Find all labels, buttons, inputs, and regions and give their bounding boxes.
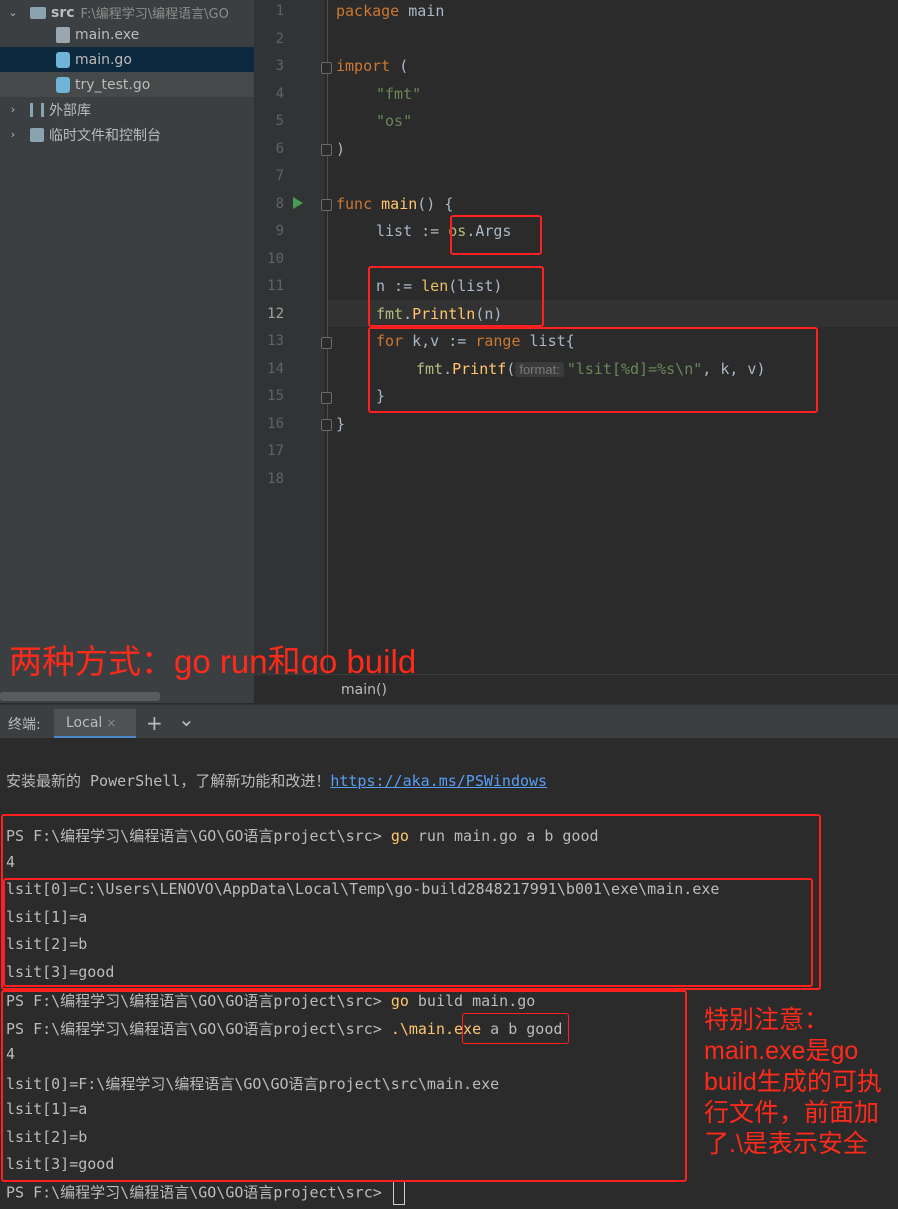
tree-item-scratches[interactable]: › 临时文件和控制台 [0,122,254,147]
line-number: 14 [267,361,284,377]
library-icon [30,102,44,117]
annotation-box [1,990,687,1182]
run-icon[interactable] [293,197,303,209]
line-number: 15 [267,388,284,404]
terminal-line: PS F:\编程学习\编程语言\GO\GO语言project\src> [6,1181,405,1205]
line-number: 5 [275,113,284,129]
line-number: 7 [275,168,284,184]
chevron-down-icon[interactable]: ⌄ [6,6,20,19]
line-number: 8 [275,196,284,212]
horizontal-scrollbar[interactable] [0,692,160,701]
annotation-box [3,878,813,987]
code-line: "os" [376,112,412,130]
tree-item-label: 外部库 [49,102,91,119]
annotation-box [462,1013,569,1044]
tree-item-label: main.go [75,51,132,68]
code-line: ) [336,140,346,158]
prompt: PS F:\编程学习\编程语言\GO\GO语言project\src> [6,1183,391,1202]
terminal-header: 终端: Local × + ⌄ [0,704,898,739]
go-file-icon [56,51,70,68]
tree-item-path: F:\编程学习\编程语言\GO [80,7,229,22]
line-number: 9 [275,223,284,239]
keyword: import [336,57,391,75]
tree-item-external-libs[interactable]: › 外部库 [0,97,254,122]
folder-icon [30,6,46,19]
line-number: 1 [275,3,284,19]
chevron-right-icon[interactable]: › [6,103,20,116]
annotation-text: 特别注意： [704,1006,830,1034]
tree-item-label: main.exe [75,26,140,43]
line-number: 4 [275,86,284,102]
chevron-right-icon[interactable]: › [6,128,20,141]
code-line: import ( [336,57,408,75]
go-test-file-icon [56,76,70,93]
code-text: ( [390,57,409,75]
banner-text: 安装最新的 PowerShell，了解新功能和改进！ [6,772,331,790]
breadcrumb[interactable]: main() [254,674,898,704]
keyword: package [336,2,400,20]
line-number: 10 [267,251,284,267]
annotation-box [368,327,818,413]
line-number: 16 [267,416,284,432]
string: "os" [376,112,413,130]
line-number: 6 [275,141,284,157]
function-name: main [381,195,418,213]
annotation-text: 行文件，前面加 [704,1099,880,1127]
project-tree: ⌄ src F:\编程学习\编程语言\GO main.exe main.go t… [0,0,254,703]
code-line: } [336,415,346,433]
tree-item-label: src [51,4,75,21]
annotation-text: build生成的可执 [704,1068,882,1096]
terminal-cursor [392,1181,405,1205]
annotation-box [450,215,542,255]
breadcrumb-item[interactable]: main() [341,682,387,698]
banner-link[interactable]: https://aka.ms/PSWindows [330,772,547,790]
line-number: 11 [267,278,284,294]
code-text: list := [376,222,449,240]
annotation-text: 了.\是表示安全 [704,1130,868,1158]
chevron-down-icon[interactable]: ⌄ [178,707,195,731]
tree-item-label: 临时文件和控制台 [49,127,161,144]
fold-icon[interactable] [321,144,332,156]
line-number: 17 [267,443,284,459]
keyword: func [336,195,373,213]
code-line: "fmt" [376,85,421,103]
string: "fmt" [376,85,422,103]
tab-local[interactable]: Local × [54,709,136,739]
terminal-label: 终端: [8,717,41,733]
fold-icon[interactable] [321,419,332,431]
code-line: package main [336,2,444,20]
annotation-note: 特别注意： main.exe是go build生成的可执 行文件，前面加 了.\… [704,1005,882,1160]
tree-item-try-test-go[interactable]: try_test.go [0,72,254,97]
fold-icon[interactable] [321,199,332,211]
annotation-text: main.exe是go [704,1037,859,1065]
line-number: 12 [267,306,284,322]
fold-icon[interactable] [321,337,332,349]
tab-label: Local [66,715,103,731]
terminal-line: 安装最新的 PowerShell，了解新功能和改进！https://aka.ms… [6,770,547,791]
close-icon[interactable]: × [106,716,116,730]
add-icon[interactable]: + [146,711,163,735]
fold-icon[interactable] [321,62,332,74]
fold-icon[interactable] [321,392,332,404]
line-number: 13 [267,333,284,349]
exe-file-icon [56,26,70,43]
code-text: () { [417,195,454,213]
tree-item-main-go[interactable]: main.go [0,47,254,72]
code-text: main [399,2,445,20]
scratches-icon [30,127,44,142]
tree-item-main-exe[interactable]: main.exe [0,22,254,47]
code-line: func main() { [336,195,453,213]
line-number: 3 [275,58,284,74]
annotation-box [368,266,544,327]
line-number: 18 [267,471,284,487]
line-number: 2 [275,31,284,47]
tree-item-label: try_test.go [75,76,151,93]
